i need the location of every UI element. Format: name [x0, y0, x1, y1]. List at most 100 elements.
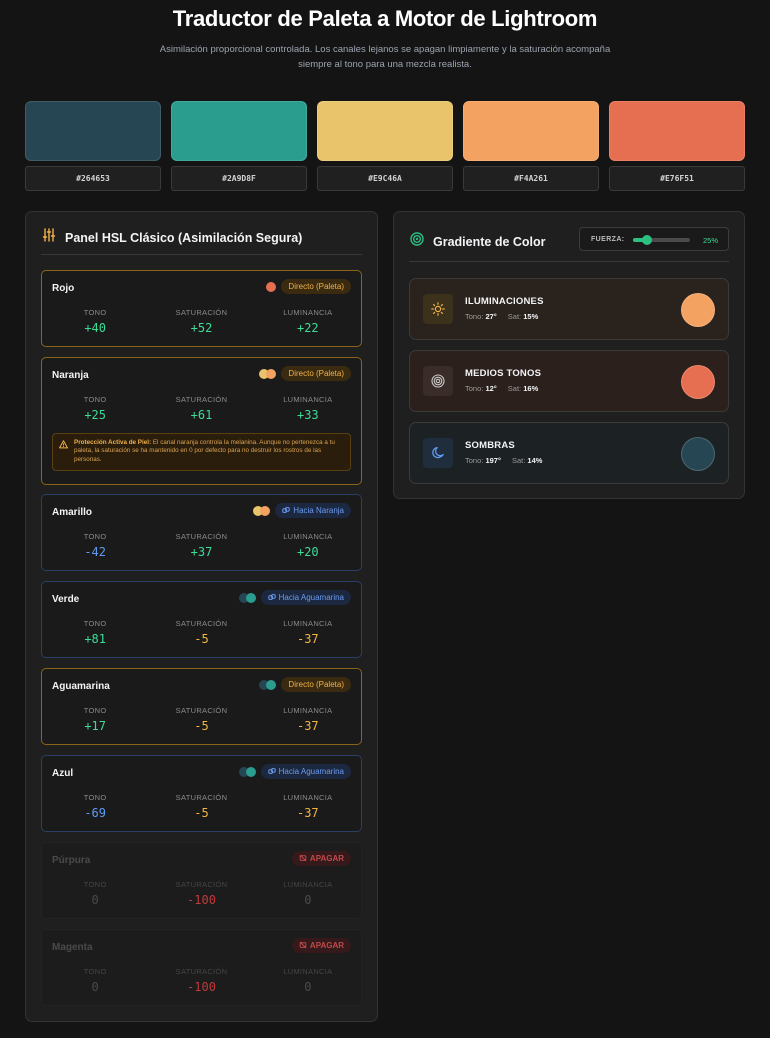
midtones-meta: Tono: 12° Sat: 16% [465, 384, 539, 393]
hex-label-4[interactable]: #E76F51 [609, 166, 745, 191]
shadows-color-circle[interactable] [681, 437, 715, 471]
hex-label-0[interactable]: #264653 [25, 166, 161, 191]
midtones-name: MEDIOS TONOS [465, 368, 542, 379]
gradient-panel-title: Gradiente de Color [433, 234, 546, 249]
page-title: Traductor de Paleta a Motor de Lightroom [172, 6, 598, 31]
sun-icon [423, 294, 453, 324]
channel-name: Verde [52, 594, 80, 605]
channel-color-dots [259, 679, 277, 690]
channel-sat-value: -5 [194, 719, 209, 733]
channel-name: Rojo [52, 283, 75, 294]
target-icon [423, 366, 453, 396]
channel-lum-value: +20 [296, 545, 319, 559]
channel-hue-value: 0 [91, 980, 99, 994]
channel-sat-value: -100 [187, 893, 216, 907]
channel-card-magenta[interactable]: Magenta APAGAR TONO 0 SATURACIÓN -100 LUMINANC… [41, 929, 362, 1006]
channel-name: Aguamarina [52, 681, 110, 692]
channel-color-dots [266, 281, 277, 292]
channel-name: Magenta [52, 942, 93, 953]
force-slider[interactable] [633, 235, 690, 245]
channel-mode-badge: Hacia Aguamarina [260, 590, 351, 605]
highlights-row[interactable]: ILUMINACIONES Tono: 27° Sat: 15% [409, 278, 729, 340]
page-subtitle: Asimilación proporcional controlada. Los… [159, 44, 611, 70]
channel-mode-badge: Hacia Naranja [275, 503, 351, 518]
power-off-icon [299, 854, 307, 864]
col-label-lum: LUMINANCIA [283, 880, 333, 889]
col-label-lum: LUMINANCIA [283, 967, 333, 976]
shadows-name: SOMBRAS [465, 440, 515, 451]
channel-name: Azul [52, 768, 74, 779]
midtones-color-circle[interactable] [681, 365, 715, 399]
swatch-1[interactable] [171, 101, 307, 161]
channel-sat-value: +61 [190, 408, 213, 422]
swatch-3[interactable] [463, 101, 599, 161]
force-value: 25% [702, 236, 718, 245]
col-label-lum: LUMINANCIA [283, 308, 333, 317]
shadows-row[interactable]: SOMBRAS Tono: 197° Sat: 14% [409, 422, 729, 484]
force-slider-thumb[interactable] [642, 235, 653, 245]
highlights-name: ILUMINACIONES [465, 296, 544, 307]
col-label-hue: TONO [83, 967, 107, 976]
channel-lum-value: 0 [304, 980, 312, 994]
channel-color-dots [259, 368, 277, 379]
channel-mode-badge: Directo (Paleta) [281, 366, 351, 381]
col-label-sat: SATURACIÓN [175, 880, 228, 889]
col-label-sat: SATURACIÓN [175, 619, 228, 628]
swatch-0[interactable] [25, 101, 161, 161]
hsl-panel-title: Panel HSL Clásico (Asimilación Segura) [65, 230, 303, 245]
col-label-lum: LUMINANCIA [283, 793, 333, 802]
hex-label-3[interactable]: #F4A261 [463, 166, 599, 191]
channel-card-purple[interactable]: Púrpura APAGAR TONO 0 SATURACIÓN -100 LUMINANC… [41, 842, 362, 919]
col-label-lum: LUMINANCIA [283, 532, 333, 541]
channel-name: Púrpura [52, 855, 91, 866]
channel-hue-value: +17 [84, 719, 106, 733]
channel-sat-value: +52 [190, 321, 213, 335]
swatch-4[interactable] [609, 101, 745, 161]
channel-card-yellow[interactable]: Amarillo Hacia Naranja TONO -42 SATURACIÓN +3… [41, 494, 362, 571]
channel-sat-value: -5 [194, 806, 209, 820]
col-label-hue: TONO [83, 706, 107, 715]
sliders-icon [42, 228, 56, 247]
channel-lum-value: -37 [296, 719, 319, 733]
link-icon [267, 767, 276, 777]
midtones-row[interactable]: MEDIOS TONOS Tono: 12° Sat: 16% [409, 350, 729, 412]
force-label: FUERZA: [591, 236, 625, 243]
channel-card-green[interactable]: Verde Hacia Aguamarina TONO +81 SATURACIÓN -5… [41, 581, 362, 658]
hsl-panel-header: Panel HSL Clásico (Asimilación Segura) [42, 228, 302, 247]
col-label-hue: TONO [83, 395, 107, 404]
highlights-meta: Tono: 27° Sat: 15% [465, 312, 539, 321]
shadows-meta: Tono: 197° Sat: 14% [465, 456, 543, 465]
moon-icon [423, 438, 453, 468]
highlights-color-circle[interactable] [681, 293, 715, 327]
channel-hue-value: 0 [91, 893, 99, 907]
channel-mode-badge: Directo (Paleta) [281, 279, 351, 294]
channel-mode-badge: Hacia Aguamarina [260, 764, 351, 779]
channel-name: Amarillo [52, 507, 93, 518]
channel-card-aqua[interactable]: Aguamarina Directo (Paleta) TONO +17 SATURAC… [41, 668, 362, 745]
channel-hue-value: +81 [84, 632, 106, 646]
channel-lum-value: +33 [296, 408, 319, 422]
hex-label-2[interactable]: #E9C46A [317, 166, 453, 191]
channel-hue-value: +25 [84, 408, 106, 422]
channel-color-dots [238, 592, 256, 603]
channel-lum-value: -37 [296, 632, 319, 646]
col-label-sat: SATURACIÓN [175, 395, 228, 404]
channel-card-orange[interactable]: Naranja Directo (Paleta) TONO +25 SATURACIÓN… [41, 357, 362, 485]
link-icon [267, 593, 276, 603]
channel-sat-value: -100 [187, 980, 216, 994]
channel-sat-value: +37 [190, 545, 213, 559]
swatch-2[interactable] [317, 101, 453, 161]
channel-mode-badge: APAGAR [291, 851, 351, 866]
hex-label-1[interactable]: #2A9D8F [171, 166, 307, 191]
channel-hue-value: +40 [84, 321, 106, 335]
channel-color-dots [238, 766, 256, 777]
channel-mode-badge: Directo (Paleta) [281, 677, 351, 692]
col-label-lum: LUMINANCIA [283, 395, 333, 404]
col-label-hue: TONO [83, 619, 107, 628]
skin-protection-warning: Protección Activa de Piel: El canal nara… [52, 433, 351, 471]
hsl-panel: Panel HSL Clásico (Asimilación Segura) R… [25, 211, 378, 1022]
warning-icon [59, 440, 68, 452]
channel-card-blue[interactable]: Azul Hacia Aguamarina TONO -69 SATURACIÓN -5 L… [41, 755, 362, 832]
channel-card-red[interactable]: Rojo Directo (Paleta) TONO +40 SATURACIÓN +52… [41, 270, 362, 347]
channel-sat-value: -5 [194, 632, 209, 646]
